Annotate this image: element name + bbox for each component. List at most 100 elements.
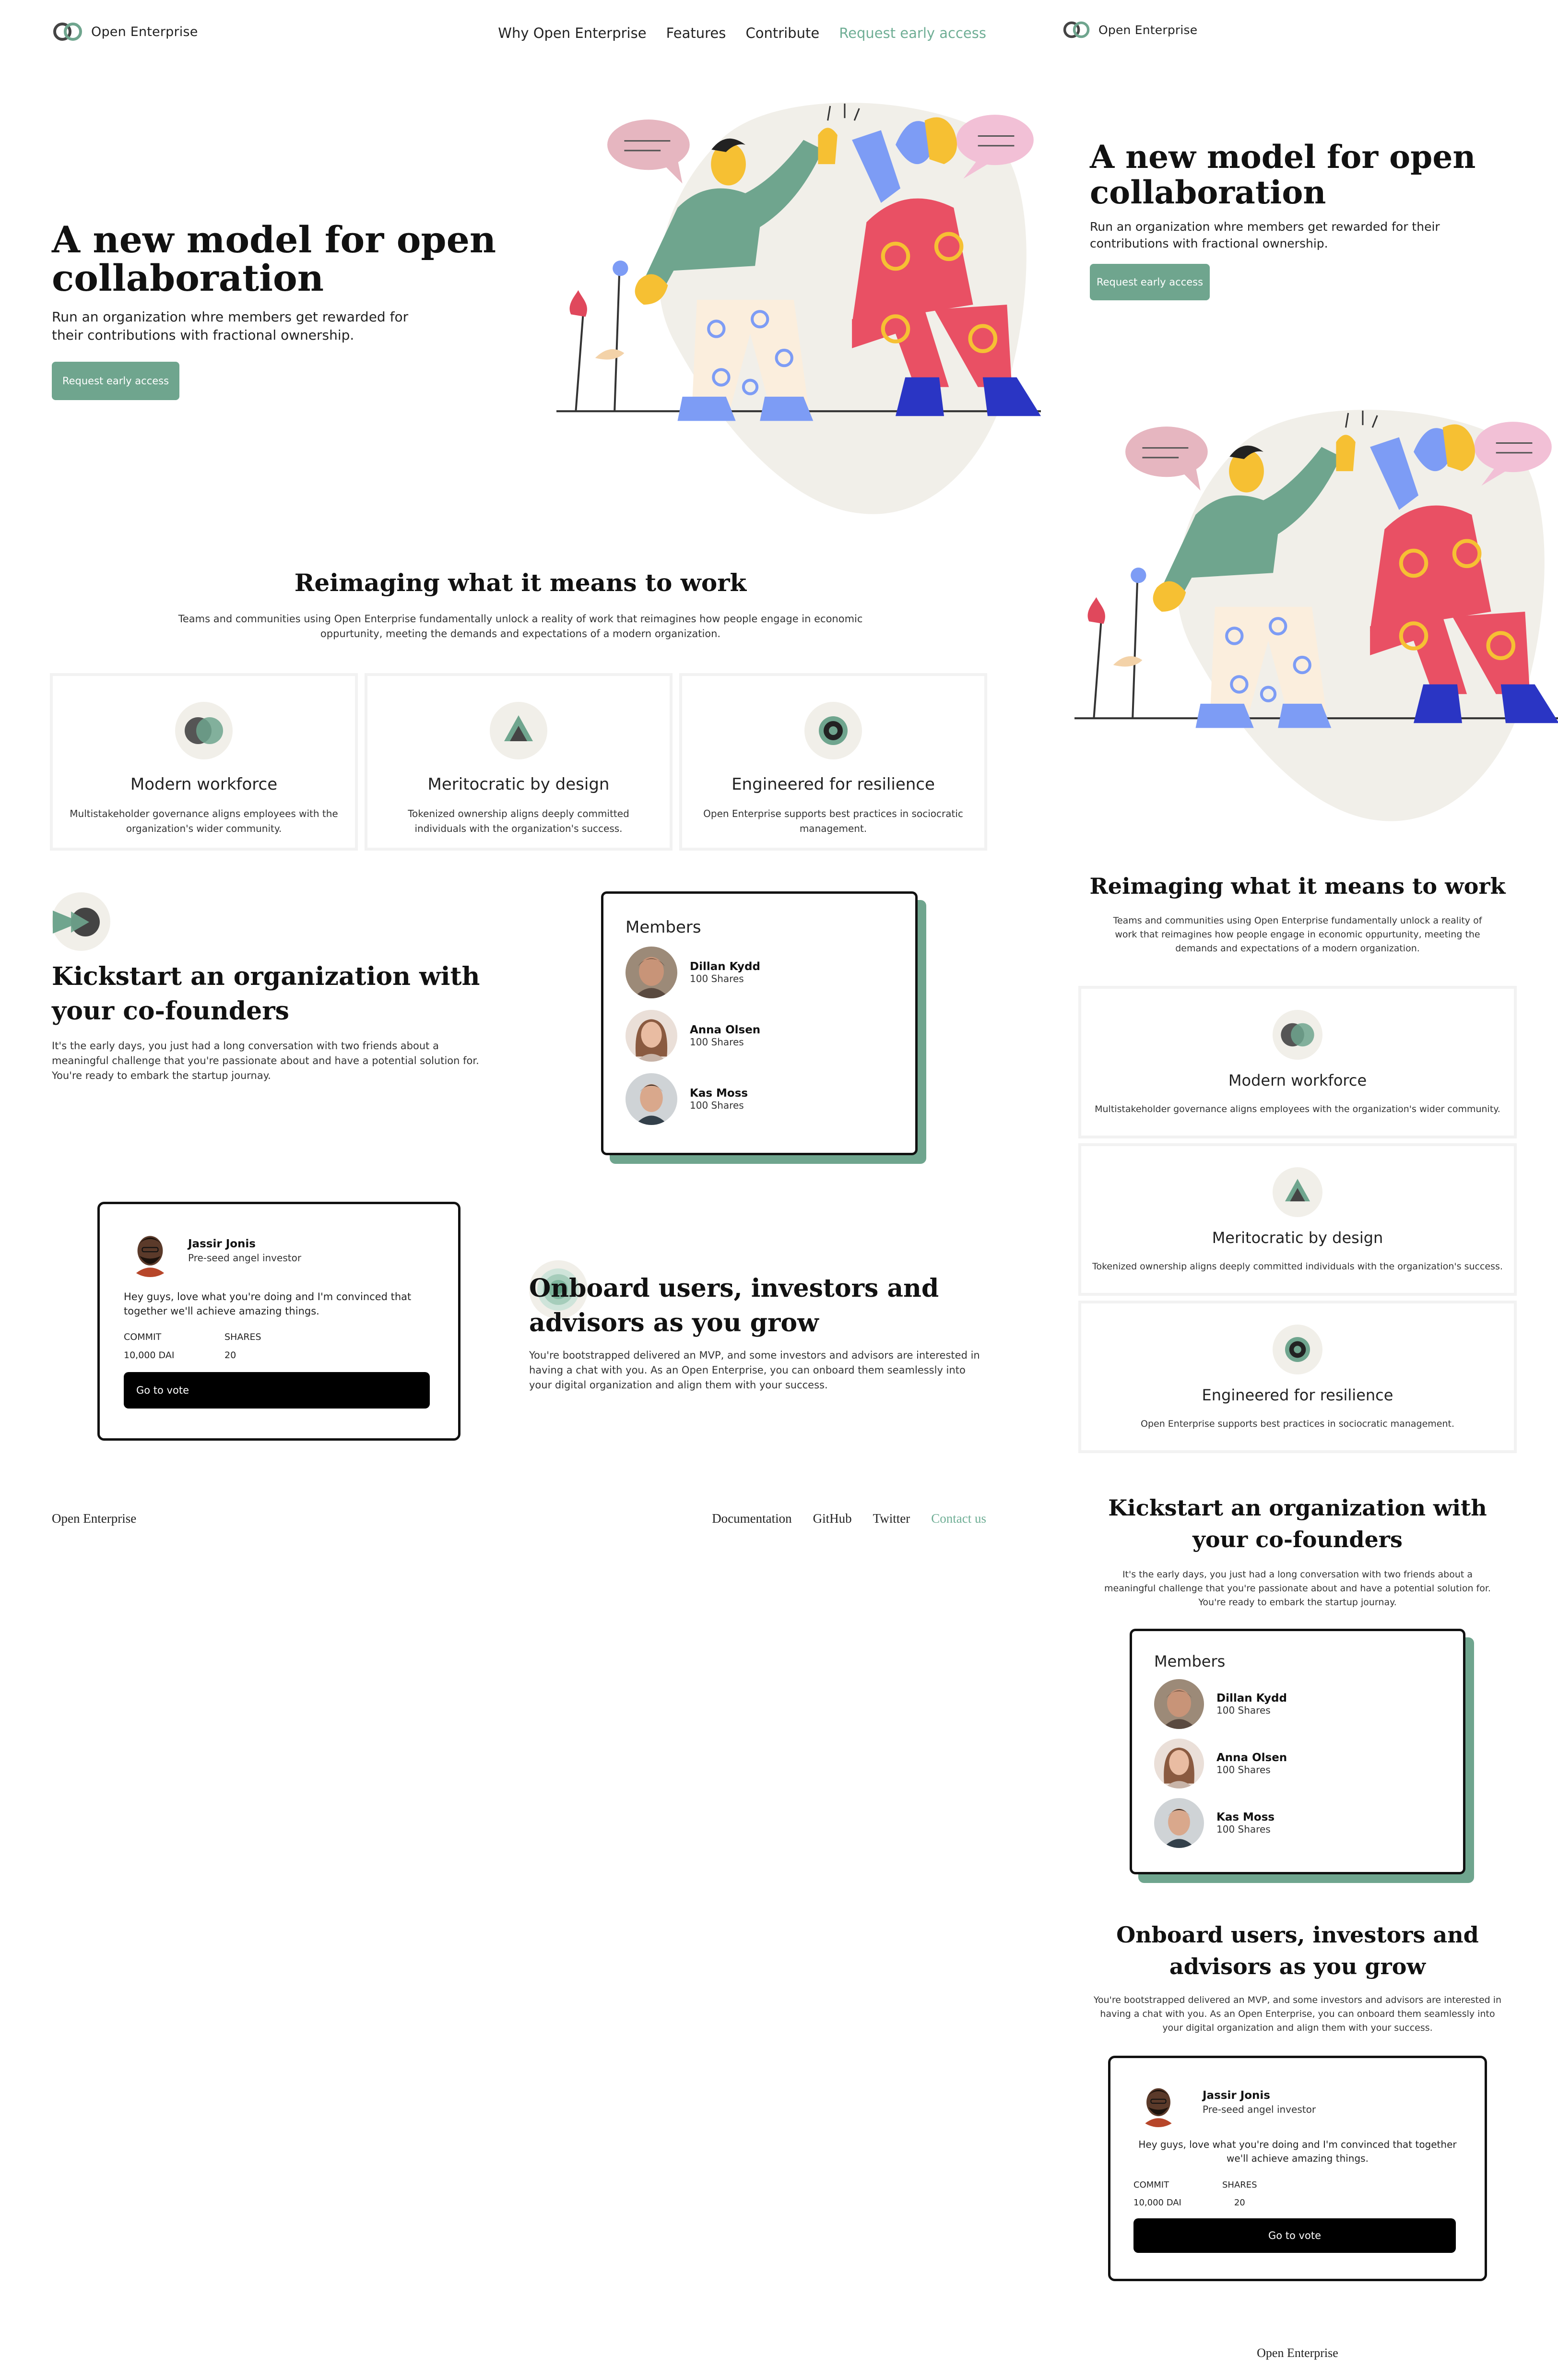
member-row[interactable]: Anna Olsen 100 Shares [626, 1010, 915, 1062]
mobile-reimagine-description: Teams and communities using Open Enterpr… [1113, 915, 1482, 954]
card-text: Tokenized ownership aligns deeply commit… [408, 808, 629, 834]
mobile-investor-card: Jassir Jonis Pre-seed angel investor Hey… [1108, 2056, 1487, 2281]
investor-message: Hey guys, love what you're doing and I'm… [1138, 2139, 1457, 2164]
investor-name: Jassir Jonis [1203, 2089, 1270, 2102]
feature-card-workforce: Modern workforce Multistakeholder govern… [50, 673, 358, 851]
investor-name: Jassir Jonis [188, 1238, 256, 1250]
avatar [124, 1224, 177, 1277]
card-title: Meritocratic by design [1212, 1229, 1383, 1247]
members-title: Members [1154, 1652, 1226, 1670]
mobile-hero-subtitle: Run an organization whre members get rew… [1090, 220, 1440, 250]
main-nav: Why Open Enterprise Features Contribute … [481, 25, 986, 41]
footer-link-docs[interactable]: Documentation [712, 1511, 791, 1526]
brand-name: Open Enterprise [91, 24, 198, 39]
card-title: Meritocratic by design [427, 775, 610, 794]
avatar [1154, 1739, 1204, 1788]
member-shares: 100 Shares [1216, 1764, 1271, 1776]
footer-link-contact[interactable]: Contact us [931, 1511, 986, 1526]
avatar [1133, 2077, 1183, 2127]
kickstart-text: It's the early days, you just had a long… [52, 1040, 479, 1081]
shares-value: 20 [1234, 2198, 1245, 2208]
mobile-kickstart-text: It's the early days, you just had a long… [1104, 1569, 1491, 1608]
card-text: Multistakeholder governance aligns emplo… [1095, 1104, 1500, 1114]
mobile-reimagine-title: Reimaging what it means to work [1089, 873, 1506, 899]
mobile-feature-card-meritocratic: Meritocratic by design Tokenized ownersh… [1078, 1143, 1517, 1296]
avatar [626, 947, 677, 998]
member-row[interactable]: Anna Olsen 100 Shares [1154, 1739, 1463, 1788]
brand-logo[interactable]: Open Enterprise [52, 21, 198, 42]
mobile-kickstart-title: Kickstart an organization with your co-f… [1108, 1495, 1487, 1552]
mobile-hero-illustration [1074, 393, 1558, 830]
shares-label: SHARES [224, 1332, 261, 1342]
card-text: Open Enterprise supports best practices … [703, 808, 963, 834]
brand-name: Open Enterprise [1098, 23, 1198, 37]
card-text: Multistakeholder governance aligns emplo… [70, 808, 338, 834]
member-shares: 100 Shares [690, 1036, 744, 1048]
members-card: Members Dillan Kydd 100 Shares Anna Olsen… [601, 891, 918, 1155]
go-to-vote-button[interactable]: Go to vote [1133, 2218, 1456, 2253]
go-to-vote-button[interactable]: Go to vote [124, 1372, 430, 1409]
hero-request-button[interactable]: Request early access [52, 362, 179, 400]
nav-features[interactable]: Features [666, 25, 726, 41]
card-text: Tokenized ownership aligns deeply commit… [1092, 1261, 1503, 1272]
hero-illustration [556, 86, 1041, 523]
footer-links: Documentation GitHub Twitter Contact us [691, 1511, 986, 1526]
hero-title: A new model for open collaboration [52, 218, 496, 299]
avatar [1154, 1679, 1204, 1729]
avatar [1154, 1798, 1204, 1848]
investor-role: Pre-seed angel investor [188, 1252, 302, 1264]
venn-icon [1273, 1010, 1322, 1060]
mobile-feature-card-workforce: Modern workforce Multistakeholder govern… [1078, 986, 1517, 1138]
nav-request-access[interactable]: Request early access [839, 25, 986, 41]
commit-label: COMMIT [1133, 2180, 1169, 2190]
footer-link-github[interactable]: GitHub [813, 1511, 852, 1526]
mobile-brand-logo[interactable]: Open Enterprise [1062, 20, 1197, 39]
card-title: Engineered for resilience [1202, 1386, 1393, 1404]
member-row[interactable]: Kas Moss 100 Shares [1154, 1798, 1463, 1848]
nav-contribute[interactable]: Contribute [745, 25, 819, 41]
mobile-feature-card-resilience: Engineered for resilience Open Enterpris… [1078, 1301, 1517, 1453]
member-name: Dillan Kydd [690, 960, 760, 973]
mobile-footer-brand[interactable]: Open Enterprise [1074, 2346, 1521, 2360]
feature-card-resilience: Engineered for resilience Open Enterpris… [679, 673, 987, 851]
mobile-hero-request-button[interactable]: Request early access [1090, 264, 1210, 300]
triangle-icon [490, 702, 547, 759]
mobile-hero-title: A new model for open collaboration [1090, 138, 1476, 211]
member-name: Kas Moss [690, 1087, 748, 1100]
member-row[interactable]: Kas Moss 100 Shares [626, 1073, 915, 1125]
mobile-members-card: Members Dillan Kydd 100 Shares Anna Olsen… [1130, 1629, 1465, 1874]
member-row[interactable]: Dillan Kydd 100 Shares [1154, 1679, 1463, 1729]
shares-label: SHARES [1222, 2180, 1257, 2190]
footer-brand[interactable]: Open Enterprise [52, 1511, 136, 1526]
onboard-text: You're bootstrapped delivered an MVP, an… [529, 1350, 980, 1391]
feature-card-meritocratic: Meritocratic by design Tokenized ownersh… [365, 673, 673, 851]
member-shares: 100 Shares [1216, 1705, 1271, 1716]
card-title: Modern workforce [1228, 1071, 1367, 1089]
kickstart-title: Kickstart an organization with your co-f… [52, 962, 480, 1026]
member-shares: 100 Shares [690, 973, 744, 984]
commit-value: 10,000 DAI [1133, 2198, 1181, 2208]
members-title: Members [626, 918, 701, 937]
member-name: Kas Moss [1216, 1811, 1275, 1823]
play-icon [52, 892, 110, 951]
target-icon [1273, 1325, 1322, 1374]
onboard-title: Onboard users, investors and advisors as… [529, 1274, 939, 1338]
card-title: Engineered for resilience [732, 775, 935, 794]
reimagine-title: Reimaging what it means to work [294, 568, 747, 597]
member-row[interactable]: Dillan Kydd 100 Shares [626, 947, 915, 998]
logo-icon [1063, 21, 1090, 38]
investor-card: Jassir Jonis Pre-seed angel investor Hey… [97, 1202, 460, 1441]
triangle-icon [1273, 1167, 1322, 1217]
reimagine-description: Teams and communities using Open Enterpr… [178, 613, 863, 639]
commit-label: COMMIT [124, 1332, 162, 1342]
nav-why[interactable]: Why Open Enterprise [498, 25, 646, 41]
hero-subtitle: Run an organization whre members get rew… [52, 309, 409, 343]
footer-link-twitter[interactable]: Twitter [873, 1511, 910, 1526]
member-shares: 100 Shares [690, 1100, 744, 1111]
avatar [626, 1010, 677, 1062]
investor-message: Hey guys, love what you're doing and I'm… [124, 1291, 412, 1317]
target-icon [804, 702, 862, 759]
hero-section: A new model for open collaboration Run a… [52, 221, 522, 400]
member-name: Dillan Kydd [1216, 1692, 1287, 1705]
card-text: Open Enterprise supports best practices … [1140, 1419, 1454, 1429]
